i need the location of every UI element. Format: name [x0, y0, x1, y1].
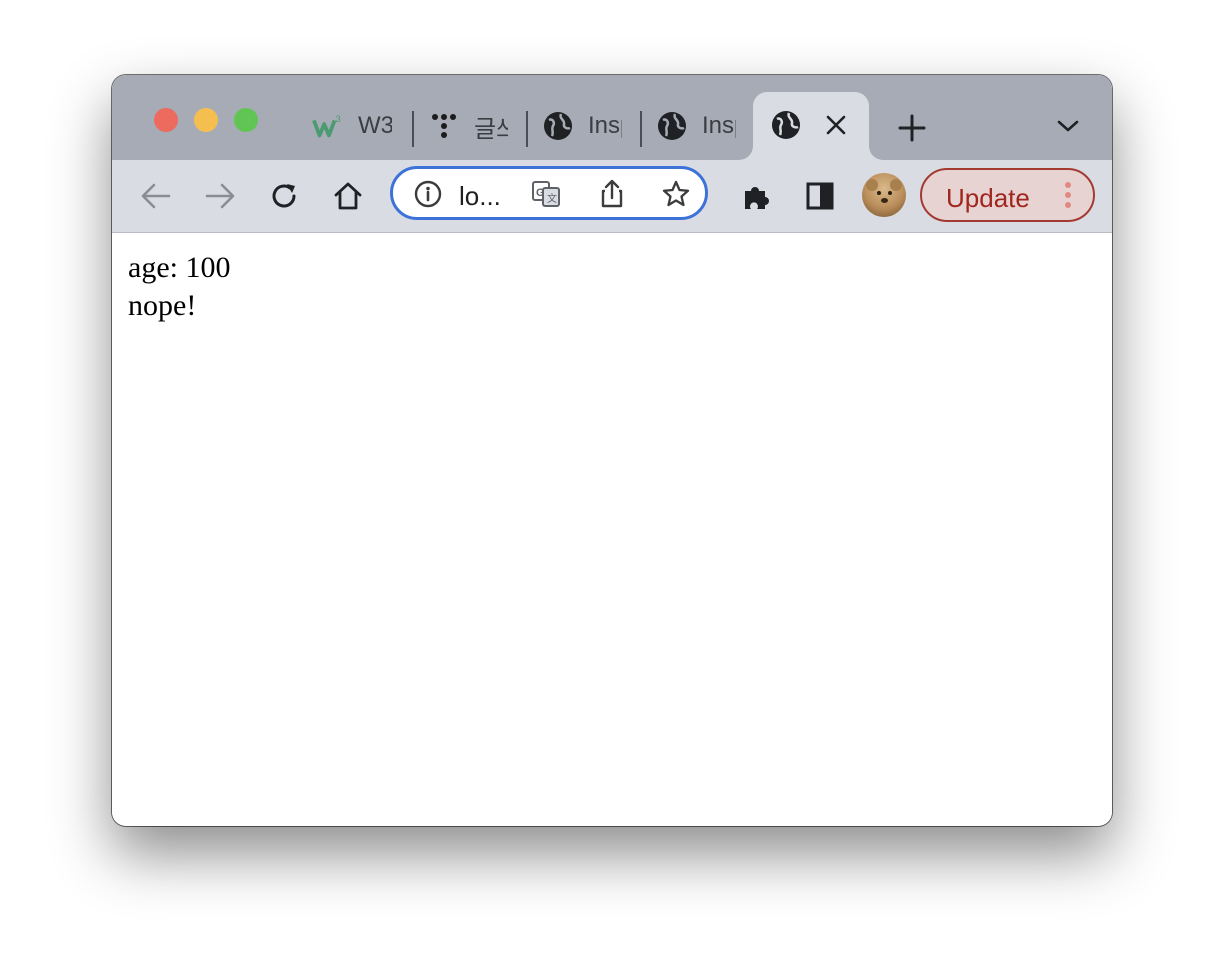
globe-icon	[656, 110, 688, 142]
reload-icon	[272, 184, 296, 208]
reload-button[interactable]	[264, 176, 304, 216]
globe-icon	[771, 110, 801, 145]
tab-inspect-2[interactable]: Insp	[656, 92, 736, 160]
puzzle-icon	[745, 187, 769, 209]
update-button[interactable]: Update	[920, 168, 1095, 222]
message-text: nope!	[128, 289, 197, 322]
svg-text:文: 文	[547, 192, 557, 205]
arrow-left-icon	[141, 183, 171, 209]
home-button[interactable]	[328, 176, 368, 216]
w3schools-icon: 3	[312, 110, 344, 142]
home-icon	[334, 182, 362, 210]
tab-search-chevron-down-icon[interactable]	[1056, 117, 1080, 140]
zoom-window-button[interactable]	[234, 108, 258, 132]
tab-title: 글쓰	[474, 115, 508, 143]
globe-icon	[542, 110, 574, 142]
svg-text:G: G	[536, 187, 545, 199]
page-content: age: 100 nope!	[112, 233, 1112, 826]
toolbar: lo... G 文 Update	[112, 160, 1112, 233]
tab-tistory[interactable]: 글쓰	[428, 92, 508, 160]
browser-window: 3 W3 글쓰 Ins Ins lo... G 文 Update age: 10…	[112, 75, 1112, 826]
bookmark-star-icon[interactable]	[661, 179, 691, 209]
close-window-button[interactable]	[154, 108, 178, 132]
avatar[interactable]	[862, 173, 906, 217]
extensions-button[interactable]	[736, 176, 776, 216]
tab-separator	[640, 111, 642, 147]
tab-separator	[412, 111, 414, 147]
tab-title: W3	[358, 112, 392, 139]
tab-strip: 3 W3 글쓰 Ins Ins	[112, 75, 1112, 160]
update-label: Update	[946, 183, 1030, 213]
new-tab-icon[interactable]	[898, 114, 926, 147]
back-button[interactable]	[136, 176, 176, 216]
tab-title: Insp	[702, 112, 736, 139]
address-text[interactable]: lo...	[459, 181, 501, 212]
info-icon[interactable]	[413, 179, 443, 209]
svg-text:3: 3	[336, 113, 341, 124]
tab-inspect-1[interactable]: Insp	[542, 92, 622, 160]
tistory-icon	[428, 110, 460, 142]
translate-icon[interactable]: G 文	[531, 179, 561, 209]
share-icon[interactable]	[597, 179, 627, 209]
tab-w3schools[interactable]: 3 W3	[312, 92, 392, 160]
menu-kebab-icon[interactable]	[1064, 182, 1072, 212]
tab-separator	[526, 111, 528, 147]
tab-active[interactable]	[753, 92, 869, 160]
arrow-right-icon	[205, 183, 235, 209]
address-bar[interactable]: lo... G 文	[390, 166, 708, 220]
side-panel-button[interactable]	[800, 176, 840, 216]
side-panel-icon	[806, 182, 834, 210]
age-text: age: 100	[128, 251, 231, 284]
close-tab-icon[interactable]	[825, 114, 847, 141]
tab-title: Insp	[588, 112, 622, 139]
minimize-window-button[interactable]	[194, 108, 218, 132]
forward-button[interactable]	[200, 176, 240, 216]
